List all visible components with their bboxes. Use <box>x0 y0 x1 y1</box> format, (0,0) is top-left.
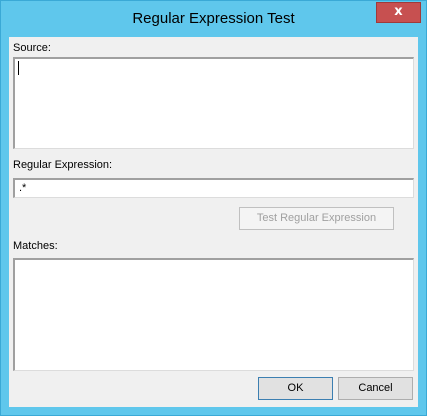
close-icon: x <box>394 4 403 19</box>
regex-label: Regular Expression: <box>13 159 113 171</box>
title-bar[interactable]: Regular Expression Test x <box>1 1 426 37</box>
cancel-button[interactable]: Cancel <box>338 377 413 400</box>
matches-listbox[interactable] <box>13 258 414 371</box>
text-caret <box>18 61 19 75</box>
test-regex-button[interactable]: Test Regular Expression <box>239 207 394 230</box>
ok-button[interactable]: OK <box>258 377 333 400</box>
source-label: Source: <box>13 42 51 54</box>
dialog-window: Regular Expression Test x Source: Regula… <box>0 0 427 416</box>
regex-input[interactable]: .* <box>13 178 414 198</box>
regex-value: .* <box>19 182 27 194</box>
source-textarea[interactable] <box>13 57 414 149</box>
window-title: Regular Expression Test <box>132 10 295 27</box>
close-button[interactable]: x <box>376 2 421 23</box>
dialog-client-area: Source: Regular Expression: .* Test Regu… <box>9 37 418 407</box>
matches-label: Matches: <box>13 240 58 252</box>
